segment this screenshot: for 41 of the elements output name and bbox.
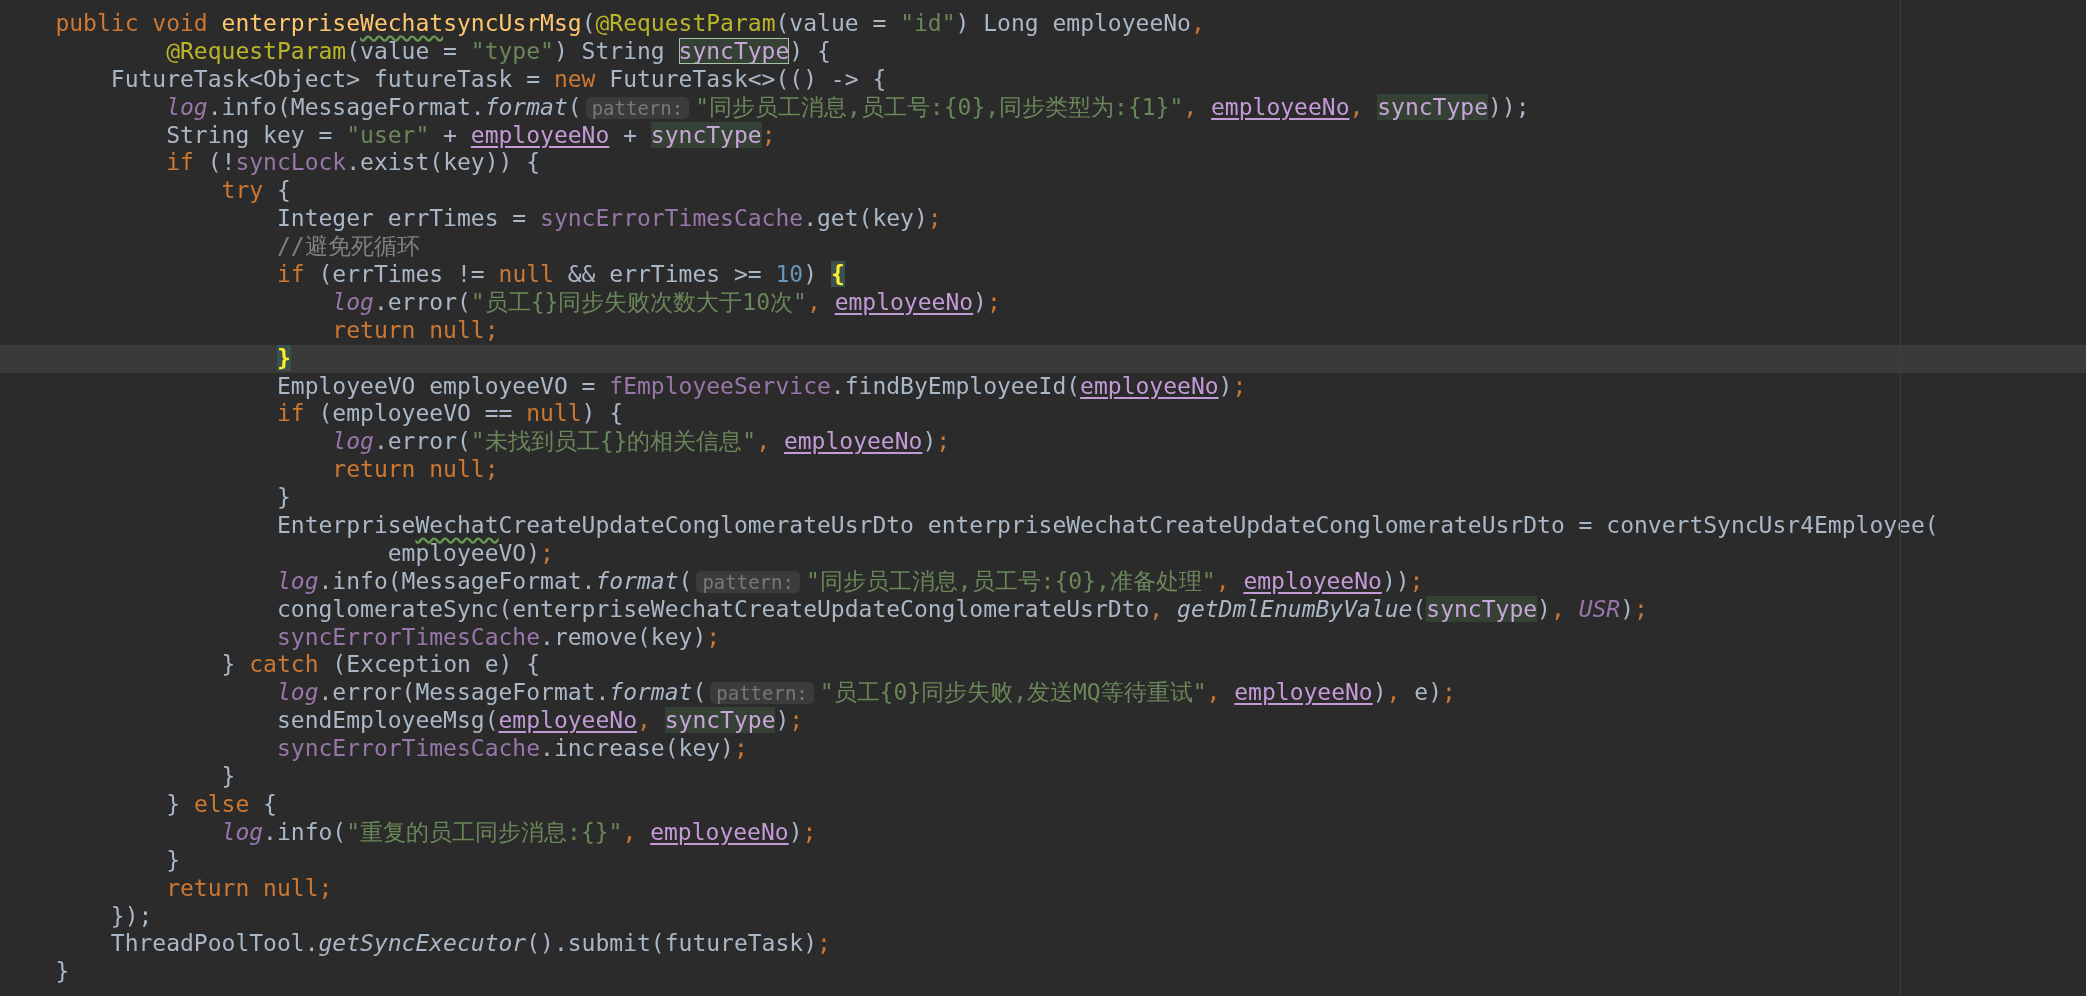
code-text: log.info(MessageFormat.format(	[166, 93, 582, 122]
code-comment: //避免死循环	[276, 233, 420, 262]
parameter-hint: pattern:	[696, 570, 800, 593]
code-text: "员工{0}同步失败,发送MQ等待重试", employeeNo), e);	[819, 679, 1456, 708]
code-text: log.info(MessageFormat.format(	[276, 567, 693, 596]
code-text: }	[55, 958, 70, 987]
code-text: @RequestParam(value = "type") String syncType) {	[166, 37, 831, 66]
code-text: Integer errTimes = syncErrorTimesCache.get(key);	[276, 205, 942, 234]
code-text: "同步员工消息,员工号:{0},同步类型为:{1}", employeeNo, syncType));	[695, 93, 1530, 122]
code-text: if (employeeVO == null) {	[276, 400, 624, 429]
code-text: }	[276, 344, 291, 373]
code-text: ThreadPoolTool.getSyncExecutor().submit(futureTask);	[110, 930, 831, 959]
code-text: }	[276, 484, 291, 513]
code-text: }	[166, 846, 181, 875]
parameter-hint: pattern:	[585, 96, 690, 119]
code-text: log.error(MessageFormat.format(	[276, 679, 707, 708]
code-text: sendEmployeeMsg(employeeNo, syncType);	[276, 707, 804, 736]
code-text: syncErrorTimesCache.remove(key);	[276, 623, 721, 652]
code-text: conglomerateSync(enterpriseWechatCreateUpdateConglomerateUsrDto, getDmlEnumByValue(syncType), USR);	[276, 595, 1648, 624]
code-text: "同步员工消息,员工号:{0},准备处理", employeeNo));	[805, 567, 1424, 596]
code-text: return null;	[332, 456, 499, 485]
parameter-hint: pattern:	[710, 682, 814, 705]
code-text: EnterpriseWechatCreateUpdateConglomerateUsrDto enterpriseWechatCreateUpdateConglomerateUsrDto = convertSyncUsr4Employee(	[276, 512, 1939, 540]
code-text: EmployeeVO employeeVO = fEmployeeService.findByEmployeeId(employeeNo);	[276, 372, 1247, 401]
code-text: log.error("未找到员工{}的相关信息", employeeNo);	[332, 428, 951, 457]
code-text: }	[221, 763, 236, 791]
code-text: public void enterpriseWechatsyncUsrMsg(@RequestParam(value = "id") Long employeeNo,	[55, 10, 1205, 38]
code-text: log.info("重复的员工同步消息:{}", employeeNo);	[221, 818, 817, 847]
code-text: try {	[221, 177, 291, 206]
code-text: } catch (Exception e) {	[221, 651, 541, 680]
code-text: FutureTask<Object> futureTask = new FutureTask<>(() -> {	[110, 65, 887, 94]
code-text: syncErrorTimesCache.increase(key);	[276, 735, 748, 764]
code-text: employeeVO);	[387, 539, 554, 568]
code-text: if (errTimes != null && errTimes >= 10) {	[276, 261, 845, 289]
code-text: String key = "user" + employeeNo + syncType;	[166, 121, 776, 150]
code-text: return null;	[332, 316, 499, 345]
code-text: if (!syncLock.exist(key)) {	[166, 149, 541, 178]
code-text: } else {	[166, 790, 277, 819]
code-text: });	[110, 902, 153, 931]
code-text: return null;	[166, 874, 333, 903]
code-text: log.error("员工{}同步失败次数大于10次", employeeNo);	[332, 288, 1001, 317]
